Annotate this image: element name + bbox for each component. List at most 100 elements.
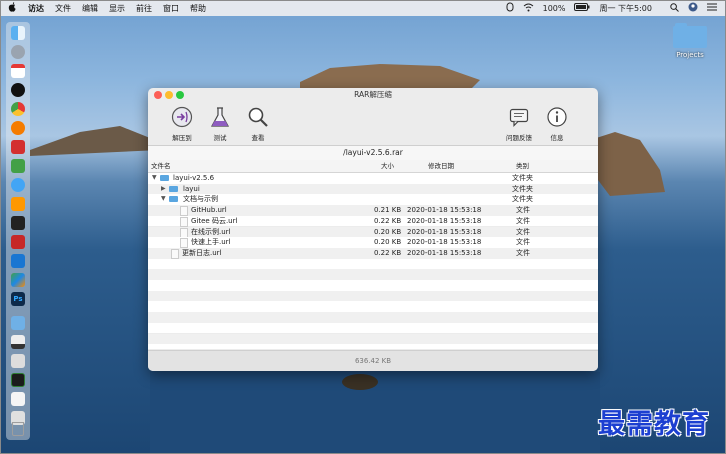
row-date: 2020-01-18 15:53:18 [407, 206, 482, 215]
status-bar: 636.42 KB [148, 350, 598, 371]
desktop-folder[interactable]: Projects [672, 23, 708, 59]
menu-edit[interactable]: 编辑 [82, 3, 98, 14]
apple-icon[interactable] [8, 2, 17, 14]
column-header: 文件名 大小 修改日期 类别 [148, 160, 598, 173]
app-icon-red-2[interactable] [11, 235, 25, 249]
wechat-icon[interactable] [11, 159, 25, 173]
info-button[interactable]: 信息 [542, 106, 572, 142]
menu-window[interactable]: 窗口 [163, 3, 179, 14]
row-size: 0.20 KB [374, 227, 402, 236]
screenshot-icon[interactable] [11, 335, 25, 349]
archive-path: /layui-v2.5.6.rar [148, 145, 598, 161]
row-name: layui-v2.5.6 [173, 174, 215, 182]
info-label: 信息 [550, 134, 564, 142]
table-row[interactable]: GitHub.url 0.21 KB 2020-01-18 15:53:18 文… [148, 205, 598, 217]
mouse-icon[interactable] [506, 2, 514, 14]
table-row[interactable]: Gitee 码云.url 0.22 KB 2020-01-18 15:53:18… [148, 215, 598, 227]
column-kind[interactable]: 类别 [516, 160, 529, 172]
empty-row [148, 344, 598, 350]
row-size: 0.20 KB [374, 238, 402, 247]
photoshop-icon[interactable]: Ps [11, 292, 25, 306]
table-row[interactable]: 快速上手.url 0.20 KB 2020-01-18 15:53:18 文件 [148, 237, 598, 249]
battery-percent: 100% [542, 3, 566, 13]
close-button[interactable] [154, 91, 162, 99]
empty-row [148, 301, 598, 313]
battery-icon[interactable] [574, 3, 590, 13]
sublime-icon[interactable] [11, 197, 25, 211]
row-name: 快速上手.url [191, 238, 231, 247]
disclosure-collapsed-icon[interactable]: ▶ [161, 184, 166, 195]
row-kind: 文件 [516, 238, 530, 247]
finder-icon[interactable] [11, 26, 25, 40]
xcode-icon[interactable] [11, 254, 25, 268]
clock[interactable]: 周一 下午5:00 [599, 3, 652, 14]
document-icon [180, 206, 188, 217]
menu-finder[interactable]: 访达 [28, 3, 44, 14]
menu-file[interactable]: 文件 [55, 3, 71, 14]
feedback-label: 问题反馈 [506, 134, 532, 142]
row-date: 2020-01-18 15:53:18 [407, 227, 482, 236]
row-name: 文档与示例 [183, 195, 218, 204]
table-row[interactable]: ▶ layui 文件夹 [148, 183, 598, 195]
document-icon [180, 227, 188, 238]
notification-center-icon[interactable] [707, 3, 717, 13]
window-titlebar[interactable]: RAR解压缩 [148, 88, 598, 102]
row-size: 0.21 KB [374, 206, 402, 215]
folder-icon [169, 185, 178, 192]
app-icon-blue[interactable] [11, 178, 25, 192]
window-title: RAR解压缩 [354, 90, 392, 99]
menu-help[interactable]: 帮助 [190, 3, 206, 14]
speech-bubble-icon [508, 106, 530, 128]
user-avatar-icon[interactable] [688, 2, 698, 14]
view-button[interactable]: 查看 [243, 106, 273, 142]
empty-row [148, 258, 598, 270]
extract-button[interactable]: 解压到 [167, 106, 197, 142]
row-size: 0.22 KB [374, 248, 402, 257]
chrome-icon[interactable] [11, 102, 25, 116]
folder-icon[interactable] [11, 316, 25, 330]
menu-go[interactable]: 前往 [136, 3, 152, 14]
table-row[interactable]: 在线示例.url 0.20 KB 2020-01-18 15:53:18 文件 [148, 226, 598, 238]
app-icon-doc[interactable] [11, 392, 25, 406]
empty-row [148, 322, 598, 334]
firefox-icon[interactable] [11, 121, 25, 135]
app-icon-red[interactable] [11, 140, 25, 154]
column-name[interactable]: 文件名 [151, 160, 171, 172]
row-date: 2020-01-18 15:53:18 [407, 238, 482, 247]
menu-view[interactable]: 显示 [109, 3, 125, 14]
qq-icon[interactable] [11, 83, 25, 97]
terminal-icon[interactable] [11, 216, 25, 230]
extract-label: 解压到 [172, 134, 192, 142]
zoom-button[interactable] [176, 91, 184, 99]
table-row[interactable]: ▼ 文档与示例 文件夹 [148, 194, 598, 206]
desktop: 访达 文件 编辑 显示 前往 窗口 帮助 100% 周一 下午5:00 Ps P… [0, 0, 726, 454]
row-name: layui [183, 184, 200, 193]
app-icon-grid[interactable] [11, 273, 25, 287]
feedback-button[interactable]: 问题反馈 [504, 106, 534, 142]
calendar-icon[interactable] [11, 64, 25, 78]
table-row[interactable]: ▼ layui-v2.5.6 文件夹 [148, 173, 598, 184]
launchpad-icon[interactable] [11, 45, 25, 59]
spotlight-icon[interactable] [670, 2, 679, 14]
disclosure-expanded-icon[interactable]: ▼ [161, 194, 166, 205]
empty-row [148, 333, 598, 345]
document-icon [180, 238, 188, 249]
wifi-icon[interactable] [523, 3, 534, 14]
row-date: 2020-01-18 15:53:18 [407, 248, 482, 257]
test-button[interactable]: 测试 [205, 106, 235, 142]
rar-window: RAR解压缩 解压到 测试 查看 问题反馈 信息 /layui-v2.5.6.r… [148, 88, 598, 371]
column-date[interactable]: 修改日期 [428, 160, 454, 172]
preview-icon[interactable] [11, 354, 25, 368]
row-kind: 文件 [516, 248, 530, 257]
trash-icon[interactable] [12, 422, 24, 436]
table-row[interactable]: 更新日志.url 0.22 KB 2020-01-18 15:53:18 文件 [148, 247, 598, 259]
row-name: 更新日志.url [182, 248, 222, 257]
row-name: 在线示例.url [191, 227, 231, 236]
column-size[interactable]: 大小 [381, 160, 394, 172]
minimize-button[interactable] [165, 91, 173, 99]
empty-row [148, 312, 598, 323]
folder-icon [673, 23, 707, 48]
disclosure-expanded-icon[interactable]: ▼ [152, 173, 157, 184]
activity-monitor-icon[interactable] [11, 373, 25, 387]
row-kind: 文件 [516, 227, 530, 236]
